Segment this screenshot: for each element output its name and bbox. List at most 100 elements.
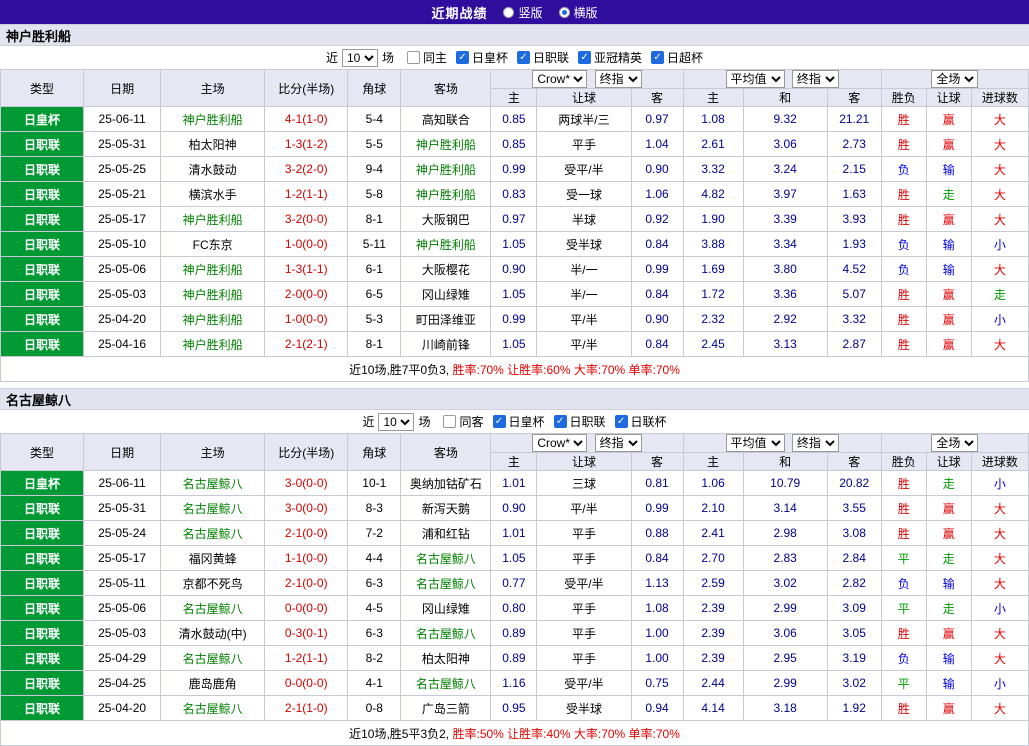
average-select[interactable]: 平均值 [725,434,785,452]
match-date: 25-04-20 [83,695,162,721]
handicap-home-odds: 0.83 [490,181,538,207]
avg-away-odds: 4.52 [826,256,882,282]
filter-checkbox-同主[interactable]: 同主 [406,49,447,66]
away-team: 名古屋鲸八 [400,570,492,596]
result-goals: 大 [970,256,1029,282]
handicap-away-odds: 0.92 [630,206,684,232]
subcol-handicap-home: 主 [490,88,538,107]
match-row: 日职联 25-04-20 名古屋鲸八 2-1(1-0) 0-8 广岛三箭 0.95 受半球 0.… [0,695,1029,721]
corners: 4-5 [347,595,402,621]
odds-stage-select[interactable]: 终指 [594,434,642,452]
filter-checkbox-日职联[interactable]: ✓ 日职联 [517,49,569,66]
result-goals: 大 [970,620,1029,646]
handicap-away-odds: 0.99 [630,256,684,282]
match-date: 25-05-24 [83,520,162,546]
corners: 5-11 [347,231,402,257]
subcol-handicap-line: 让球 [536,452,632,471]
handicap-away-odds: 0.84 [630,231,684,257]
home-team: 神户胜利船 [160,256,266,282]
league-type: 日职联 [0,570,85,596]
handicap-away-odds: 1.00 [630,620,684,646]
league-type: 日职联 [0,595,85,621]
filter-checkbox-亚冠精英[interactable]: ✓ 亚冠精英 [578,49,642,66]
avg-home-odds: 3.32 [682,156,744,182]
league-type: 日职联 [0,695,85,721]
result-scope-group: 全场 [880,433,1029,453]
score: 1-2(1-1) [264,645,349,671]
checkbox-unchecked-icon [406,51,420,64]
filter-label: 日职联 [533,51,570,65]
corners: 5-5 [347,131,402,157]
bookmaker-select[interactable]: Crow* [532,434,588,452]
result-handicap: 输 [925,670,972,696]
radio-icon [503,6,515,18]
filter-checkbox-同客[interactable]: 同客 [443,413,484,430]
result-handicap: 输 [925,156,972,182]
checkbox-checked-icon: ✓ [578,51,592,64]
handicap-line: 平/半 [536,495,632,521]
corners: 6-3 [347,570,402,596]
avg-home-odds: 2.39 [682,595,744,621]
match-row: 日职联 25-05-17 福冈黄蜂 1-1(0-0) 4-4 名古屋鲸八 1.05 平手 0.8… [0,545,1029,571]
league-type: 日职联 [0,256,85,282]
corners: 8-1 [347,331,402,357]
avg-draw-odds: 3.18 [742,695,828,721]
handicap-away-odds: 1.04 [630,131,684,157]
filter-label: 亚冠精英 [594,51,643,65]
filter-checkbox-日职联[interactable]: ✓ 日职联 [553,413,606,430]
score: 3-0(0-0) [264,470,349,496]
filter-checkbox-日皇杯[interactable]: ✓ 日皇杯 [455,49,508,66]
summary-row: 近10场,胜7平0负3, 胜率:70% 让胜率:60% 大率:70% 单率:70… [0,356,1029,382]
subcol-handicap-away: 客 [630,88,684,107]
filter-checkbox-日联杯[interactable]: ✓ 日联杯 [614,413,667,430]
home-team: 神户胜利船 [160,331,266,357]
average-select[interactable]: 平均值 [725,70,785,88]
radio-label: 横版 [573,5,598,20]
checkbox-checked-icon: ✓ [517,51,530,64]
page-title: 近期战绩 [431,5,488,21]
result-win-draw-loss: 胜 [880,520,927,546]
result-win-draw-loss: 胜 [880,281,927,307]
avg-home-odds: 2.10 [682,495,744,521]
handicap-away-odds: 0.84 [630,545,684,571]
away-team: 柏太阳神 [400,645,492,671]
handicap-away-odds: 0.94 [630,695,684,721]
away-team: 神户胜利船 [400,131,492,157]
corners: 6-3 [347,620,402,646]
avg-away-odds: 1.92 [826,695,882,721]
match-row: 日职联 25-05-21 横滨水手 1-2(1-1) 5-8 神户胜利船 0.83 受一球 1.… [0,181,1029,207]
layout-radio-vertical[interactable]: 竖版 [503,4,543,21]
filter-label: 日联杯 [630,415,667,429]
league-type: 日职联 [0,181,85,207]
subcol-result-goals: 进球数 [970,88,1029,107]
recent-count-select[interactable]: 10 [341,48,378,67]
result-goals: 小 [970,595,1029,621]
away-team: 名古屋鲸八 [400,545,492,571]
result-win-draw-loss: 负 [880,156,927,182]
scope-select[interactable]: 全场 [931,70,979,88]
filter-checkbox-日超杯[interactable]: ✓ 日超杯 [651,49,703,66]
avg-away-odds: 2.84 [826,545,882,571]
handicap-home-odds: 0.80 [490,595,538,621]
result-win-draw-loss: 胜 [880,695,927,721]
home-team: 名古屋鲸八 [160,470,266,496]
avg-stage-select[interactable]: 终指 [791,70,839,88]
away-team: 名古屋鲸八 [400,620,492,646]
home-team: 神户胜利船 [160,206,266,232]
scope-select[interactable]: 全场 [931,434,979,452]
avg-stage-select[interactable]: 终指 [791,434,839,452]
recent-count-select[interactable]: 10 [378,412,415,431]
match-row: 日皇杯 25-06-11 名古屋鲸八 3-0(0-0) 10-1 奥纳加钴矿石 1.01 三球… [0,470,1029,496]
bookmaker-select[interactable]: Crow* [532,70,588,88]
home-team: 神户胜利船 [160,106,266,132]
score: 2-1(0-0) [264,570,349,596]
odds-stage-select[interactable]: 终指 [594,70,642,88]
subcol-handicap-away: 客 [630,452,684,471]
result-handicap: 走 [925,470,972,496]
filter-label: 同主 [422,51,447,65]
home-team: 京都不死鸟 [160,570,266,596]
result-goals: 走 [970,281,1029,307]
filter-checkbox-日皇杯[interactable]: ✓ 日皇杯 [492,413,545,430]
layout-radio-horizontal[interactable]: 横版 [558,4,598,21]
result-goals: 大 [970,331,1029,357]
